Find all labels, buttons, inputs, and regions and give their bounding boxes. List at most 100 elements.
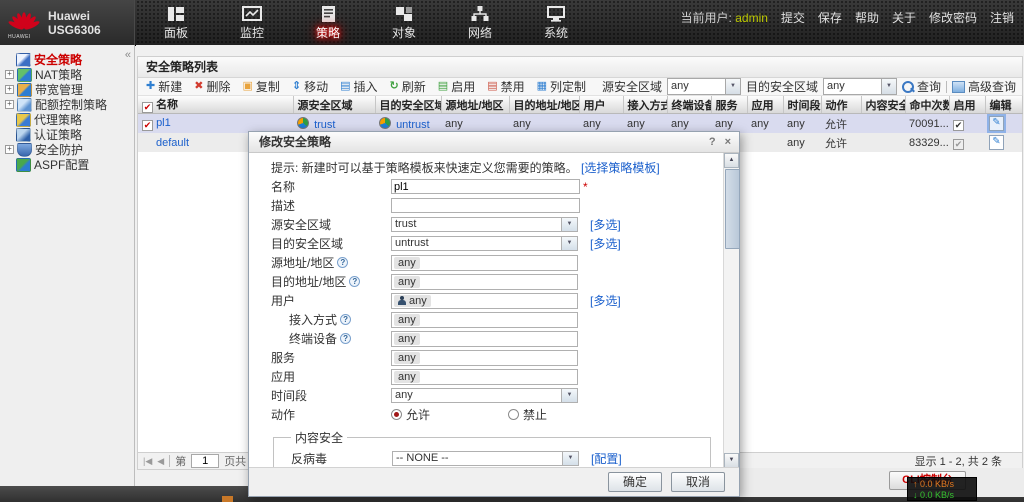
dialog-src-zone-select[interactable]: trust ▼ [391,217,578,232]
column-header-time[interactable]: 时间段 [783,96,822,114]
main-nav: 面板 监控 策略 对象 网络 系统 [150,3,582,41]
toolbar-column-customize-button[interactable]: ▦ 列定制 [537,78,586,95]
column-header-action[interactable]: 动作 [821,96,862,114]
sidebar-item-security-policy[interactable]: 安全策略 [0,52,134,67]
dst-zone-link[interactable]: untrust [396,119,430,131]
dialog-name-input[interactable] [391,179,580,194]
action-allow-radio[interactable] [391,409,402,420]
column-header-access[interactable]: 接入方式 [623,96,668,114]
column-header-device[interactable]: 终端设备 [667,96,712,114]
column-header-service[interactable]: 服务 [711,96,748,114]
dst-zone-filter-select[interactable]: any ▼ [822,78,897,95]
nav-item-system[interactable]: 系统 [530,3,582,41]
src-zone-multi-link[interactable]: [多选] [590,216,621,233]
dialog-service-input[interactable]: any [391,349,578,366]
action-deny-radio[interactable] [508,409,520,420]
column-header-content-security[interactable]: 内容安全 [861,96,906,114]
policy-name-link[interactable]: pl1 [156,117,171,129]
ok-button[interactable]: 确定 [608,472,662,492]
cancel-button[interactable]: 取消 [671,472,725,492]
src-zone-link[interactable]: trust [314,119,335,131]
edit-icon[interactable]: ✎ [989,135,1004,150]
antivirus-config-link[interactable]: [配置] [591,450,622,467]
policy-name-link[interactable]: default [156,137,189,149]
help-icon[interactable]: ? [340,333,352,344]
nav-item-object[interactable]: 对象 [378,3,430,41]
sidebar-item-auth-policy[interactable]: 认证策略 [0,127,134,142]
advanced-query-button[interactable]: 高级查询 [951,78,1016,95]
dialog-app-input[interactable]: any [391,368,578,385]
save-link[interactable]: 保存 [818,9,842,26]
sidebar-item-bandwidth-management[interactable]: + 带宽管理 [0,82,134,97]
column-header-app[interactable]: 应用 [747,96,784,114]
column-header-enabled[interactable]: 启用 [949,96,986,114]
enabled-checkbox[interactable]: ✔ [953,119,964,131]
help-icon[interactable]: ? [337,257,349,268]
dialog-user-input[interactable]: any [391,292,578,309]
column-header-user[interactable]: 用户 [579,96,624,114]
dialog-close-icon[interactable]: × [725,132,731,152]
sidebar-item-proxy-policy[interactable]: 代理策略 [0,112,134,127]
change-password-link[interactable]: 修改密码 [929,9,977,26]
nav-item-policy[interactable]: 策略 [302,3,354,41]
sidebar-item-security-protection[interactable]: + 安全防护 [0,142,134,157]
nav-item-network[interactable]: 网络 [454,3,506,41]
expand-icon[interactable]: + [5,70,14,79]
column-header-dst-zone[interactable]: 目的安全区域 [375,96,442,114]
nav-item-dashboard[interactable]: 面板 [150,3,202,41]
src-zone-filter-select[interactable]: any ▼ [666,78,741,95]
help-link[interactable]: 帮助 [855,9,879,26]
column-header-dst-addr[interactable]: 目的地址/地区 [509,96,580,114]
column-header-src-addr[interactable]: 源地址/地区 [441,96,510,114]
sidebar-item-nat-policy[interactable]: + NAT策略 [0,67,134,82]
dialog-device-input[interactable]: any [391,330,578,347]
column-header-hits[interactable]: 命中次数 [905,96,950,114]
dialog-dst-addr-input[interactable]: any [391,273,578,290]
expand-icon[interactable]: + [5,100,14,109]
dialog-time-select[interactable]: any ▼ [391,388,578,403]
submit-link[interactable]: 提交 [781,9,805,26]
first-page-icon[interactable]: |◀ [143,456,152,467]
select-all-checkbox[interactable]: ✔ [142,102,153,113]
toolbar-delete-button[interactable]: ✖ 删除 [194,78,230,95]
toolbar-refresh-button[interactable]: ↻ 刷新 [390,78,426,95]
column-header-edit[interactable]: 编辑 [985,96,1023,114]
dialog-access-input[interactable]: any [391,311,578,328]
sidebar-item-aspf-config[interactable]: ASPF配置 [0,157,134,172]
query-button[interactable]: 查询 [901,78,941,95]
toolbar-new-button[interactable]: ✚ 新建 [146,78,182,95]
expand-icon[interactable]: + [5,85,14,94]
scroll-down-icon[interactable]: ▼ [724,453,739,468]
sidebar-item-quota-control-policy[interactable]: + 配额控制策略 [0,97,134,112]
toolbar-disable-button[interactable]: ▤ 禁用 [487,78,524,95]
toolbar-insert-button[interactable]: ▤ 插入 [340,78,377,95]
dialog-dst-zone-select[interactable]: untrust ▼ [391,236,578,251]
scrollbar-thumb[interactable] [725,169,740,249]
dialog-desc-input[interactable] [391,198,580,213]
dialog-src-addr-input[interactable]: any [391,254,578,271]
edit-icon[interactable]: ✎ [987,114,1006,133]
dst-zone-multi-link[interactable]: [多选] [590,235,621,252]
user-multi-link[interactable]: [多选] [590,292,621,309]
enabled-checkbox[interactable]: ✔ [953,138,964,150]
nav-item-monitor[interactable]: 监控 [226,3,278,41]
dialog-scrollbar[interactable]: ▲ ▼ [723,153,740,468]
prev-page-icon[interactable]: ◀ [157,456,164,467]
about-link[interactable]: 关于 [892,9,916,26]
policy-template-link[interactable]: [选择策略模板] [581,161,660,175]
scroll-up-icon[interactable]: ▲ [724,153,739,168]
expand-icon[interactable]: + [5,145,14,154]
help-icon[interactable]: ? [349,276,361,287]
help-icon[interactable]: ? [340,314,352,325]
toolbar-enable-button[interactable]: ▤ 启用 [438,78,475,95]
column-header-src-zone[interactable]: 源安全区域 [293,96,376,114]
page-number-input[interactable] [191,454,220,468]
toolbar-copy-button[interactable]: ▣ 复制 [242,78,279,95]
dialog-antivirus-select[interactable]: -- NONE -- ▼ [392,451,579,466]
logout-link[interactable]: 注销 [990,9,1014,26]
row-checkbox[interactable]: ✔ [142,119,153,131]
toolbar-move-button[interactable]: ⇕ 移动 [292,78,328,95]
sidebar-collapse-icon[interactable]: « [125,49,131,61]
column-header-name[interactable]: ✔ 名称 [138,96,294,114]
dialog-help-icon[interactable]: ? [709,132,716,152]
